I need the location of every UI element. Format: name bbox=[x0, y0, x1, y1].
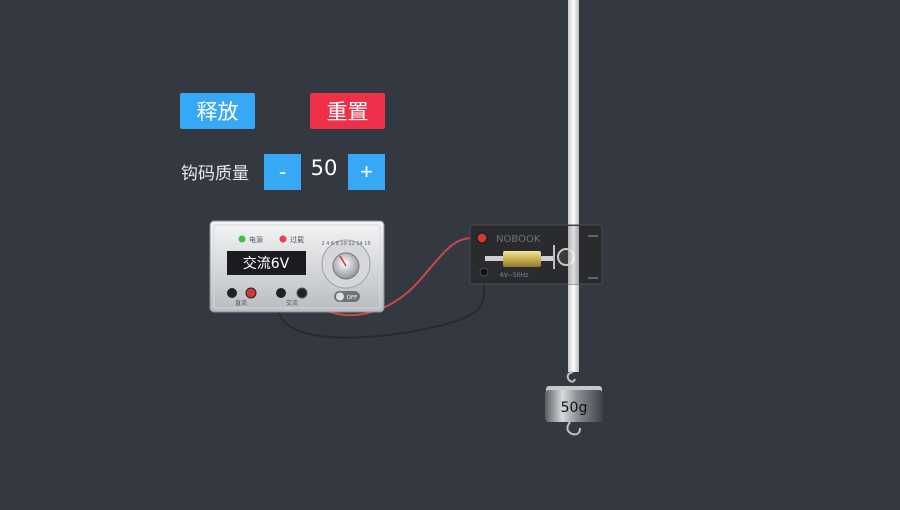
ac-terminal-1[interactable] bbox=[276, 288, 286, 298]
ticker-timer: NOBOOK 6V~50Hz bbox=[469, 224, 603, 285]
timer-terminal-red[interactable] bbox=[476, 232, 488, 244]
bottom-hook-icon bbox=[566, 421, 581, 436]
voltage-display-text: 交流6V bbox=[243, 255, 290, 272]
timer-brand: NOBOOK bbox=[496, 234, 541, 245]
dial-scale: 2 4 6 8 10 12 14 16 bbox=[321, 241, 370, 247]
timer-spec: 6V~50Hz bbox=[500, 272, 528, 279]
power-supply: 电源 过载 交流6V 2 4 6 8 10 12 14 16 直流 交流 OFF bbox=[209, 220, 385, 313]
overload-led-icon bbox=[279, 235, 287, 243]
dc-terminal-neg[interactable] bbox=[227, 288, 237, 298]
dc-terminal-pos[interactable] bbox=[245, 287, 257, 299]
weight-label: 50g bbox=[561, 400, 588, 416]
power-led-icon bbox=[238, 235, 246, 243]
paper-tape bbox=[568, 0, 579, 372]
apparatus-scene: 电源 过载 交流6V 2 4 6 8 10 12 14 16 直流 交流 OFF… bbox=[209, 0, 603, 436]
switch-label: OFF bbox=[347, 295, 358, 301]
overload-indicator-label: 过载 bbox=[290, 235, 304, 244]
hook-icon bbox=[566, 371, 576, 383]
dc-label: 直流 bbox=[235, 299, 247, 307]
power-indicator-label: 电源 bbox=[249, 235, 263, 244]
timer-terminal-black[interactable] bbox=[479, 267, 489, 277]
timer-coil bbox=[503, 251, 541, 267]
hook-weight: 50g bbox=[545, 371, 603, 436]
ac-label: 交流 bbox=[286, 299, 298, 307]
ac-terminal-2[interactable] bbox=[296, 287, 308, 299]
